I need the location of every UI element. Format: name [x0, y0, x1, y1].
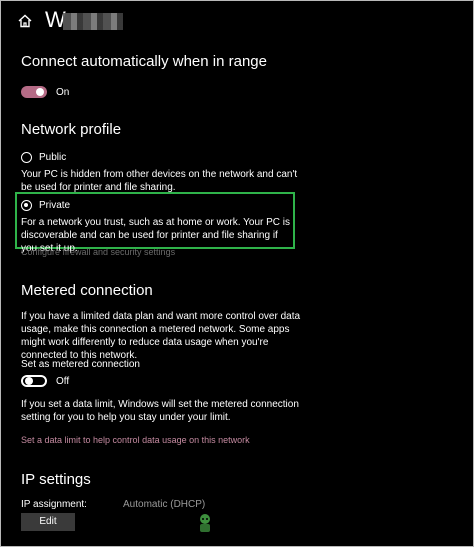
metered-description: If you have a limited data plan and want…	[21, 311, 301, 361]
home-icon[interactable]	[17, 13, 33, 29]
metered-toggle-state: Off	[56, 376, 70, 387]
radio-selected-dot	[24, 203, 28, 207]
firewall-settings-link[interactable]: Configure firewall and security settings	[21, 247, 175, 257]
public-description: Your PC is hidden from other devices on …	[21, 169, 298, 193]
private-radio[interactable]	[21, 200, 32, 211]
settings-window: W Connect automatically when in range On…	[0, 0, 474, 547]
public-radio[interactable]	[21, 152, 32, 163]
metered-toggle-label: Set as metered connection	[21, 359, 140, 370]
toggle-knob	[25, 377, 33, 385]
connect-automatically-toggle[interactable]	[21, 86, 47, 98]
metered-connection-toggle[interactable]	[21, 375, 47, 387]
network-profile-heading: Network profile	[21, 121, 122, 138]
connect-automatically-state: On	[56, 87, 70, 98]
watermark-logo-icon	[200, 514, 210, 532]
metered-connection-heading: Metered connection	[21, 282, 153, 299]
ip-assignment-label: IP assignment:	[21, 499, 87, 510]
redacted-network-name	[63, 13, 123, 30]
toggle-knob	[36, 88, 44, 96]
connect-automatically-heading: Connect automatically when in range	[21, 53, 267, 70]
data-limit-link[interactable]: Set a data limit to help control data us…	[21, 435, 250, 445]
edit-ip-button[interactable]: Edit	[21, 513, 75, 531]
private-label[interactable]: Private	[39, 199, 70, 212]
ip-assignment-value: Automatic (DHCP)	[123, 499, 206, 510]
data-limit-description: If you set a data limit, Windows will se…	[21, 399, 299, 423]
ip-settings-heading: IP settings	[21, 471, 91, 488]
public-label[interactable]: Public	[39, 151, 66, 164]
